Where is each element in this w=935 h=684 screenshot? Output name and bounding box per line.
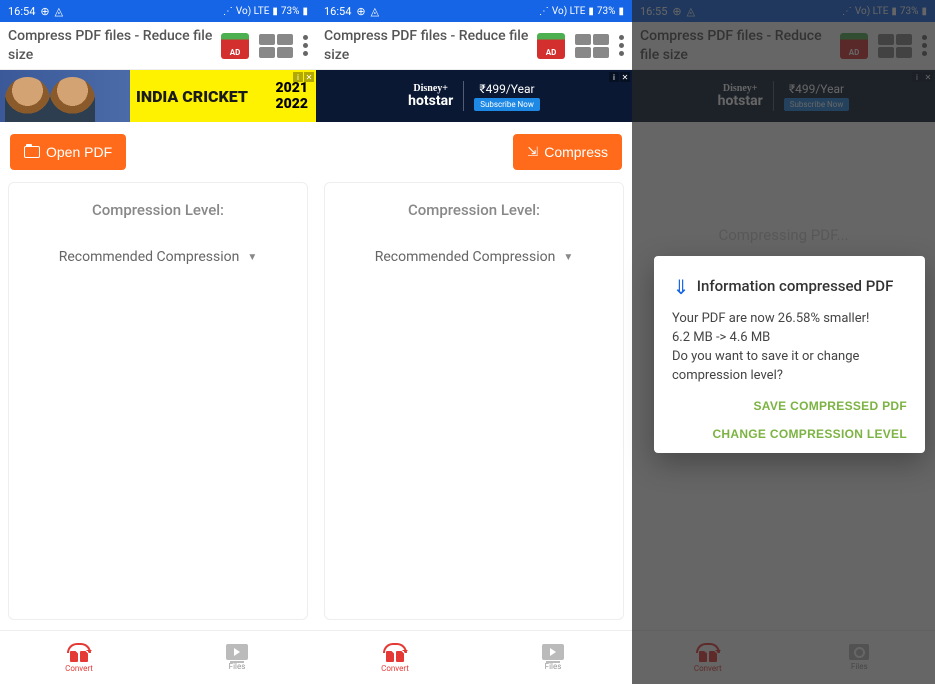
convert-icon <box>383 643 407 662</box>
caret-down-icon: ▼ <box>247 252 257 263</box>
network-label: Vo) LTE <box>236 6 270 17</box>
screen-3-dialog: 16:55 ⊕ ◬ ⋰ Vo) LTE ▮ 73% ▮ Compress PDF… <box>632 0 935 684</box>
convert-icon <box>67 643 91 662</box>
compress-result-icon: ⇙ <box>666 272 695 301</box>
change-level-button[interactable]: CHANGE COMPRESSION LEVEL <box>712 427 907 441</box>
signal-icon: ▮ <box>272 6 278 17</box>
status-time: 16:54 <box>324 5 351 18</box>
notif-icon-2: ◬ <box>55 5 63 18</box>
tab-files[interactable]: Files <box>474 631 632 684</box>
screen-2-compress: 16:54 ⊕ ◬ ⋰ Vo) LTE ▮ 73% ▮ Compress PDF… <box>316 0 632 684</box>
signal-icon: ▮ <box>588 6 594 17</box>
panel-title: Compression Level: <box>337 201 611 219</box>
wifi-icon: ⋰ <box>539 6 549 17</box>
battery-icon: ▮ <box>618 6 624 17</box>
grid-view-icon[interactable] <box>575 34 609 58</box>
menu-dots-icon[interactable] <box>303 35 308 56</box>
bottom-nav: Convert Files <box>0 630 316 684</box>
banner-ad-cricket[interactable]: INDIA CRICKET 20212022 i✕ <box>0 70 316 122</box>
grid-view-icon[interactable] <box>259 34 293 58</box>
subscribe-button[interactable]: Subscribe Now <box>474 98 540 111</box>
wifi-icon: ⋰ <box>223 6 233 17</box>
compression-panel: Compression Level: Recommended Compressi… <box>8 182 308 620</box>
ad-info-close[interactable]: i✕ <box>293 72 314 82</box>
network-label: Vo) LTE <box>552 6 586 17</box>
dialog-title: Information compressed PDF <box>697 277 894 295</box>
battery-label: 73% <box>597 6 616 17</box>
battery-icon: ▮ <box>302 6 308 17</box>
tab-convert[interactable]: Convert <box>316 631 474 684</box>
dialog-body: Your PDF are now 26.58% smaller! 6.2 MB … <box>672 310 907 385</box>
screen-1-open-pdf: 16:54 ⊕ ◬ ⋰ Vo) LTE ▮ 73% ▮ Compress PDF… <box>0 0 316 684</box>
hotstar-logo: Disney+ hotstar <box>408 84 453 108</box>
save-compressed-button[interactable]: SAVE COMPRESSED PDF <box>753 399 907 413</box>
compress-icon: ⇲ <box>527 144 538 160</box>
folder-icon <box>24 146 40 158</box>
ad-badge-icon[interactable] <box>221 33 249 59</box>
notif-icon: ⊕ <box>40 5 49 18</box>
compress-button[interactable]: ⇲ Compress <box>513 134 622 170</box>
compression-select[interactable]: Recommended Compression ▼ <box>337 249 611 265</box>
app-title: Compress PDF files - Reduce file size <box>324 27 537 63</box>
compression-select[interactable]: Recommended Compression ▼ <box>21 249 295 265</box>
open-pdf-button[interactable]: Open PDF <box>10 134 126 170</box>
files-play-icon <box>226 644 248 660</box>
battery-label: 73% <box>281 6 300 17</box>
files-play-icon <box>542 644 564 660</box>
ad-badge-icon[interactable] <box>537 33 565 59</box>
panel-title: Compression Level: <box>21 201 295 219</box>
status-bar: 16:54 ⊕ ◬ ⋰ Vo) LTE ▮ 73% ▮ <box>316 0 632 22</box>
menu-dots-icon[interactable] <box>619 35 624 56</box>
ad-info-close[interactable]: i✕ <box>609 72 630 82</box>
app-bar: Compress PDF files - Reduce file size <box>0 22 316 70</box>
notif-icon-2: ◬ <box>371 5 379 18</box>
caret-down-icon: ▼ <box>563 252 573 263</box>
app-title: Compress PDF files - Reduce file size <box>8 27 221 63</box>
compression-panel: Compression Level: Recommended Compressi… <box>324 182 624 620</box>
app-bar: Compress PDF files - Reduce file size <box>316 22 632 70</box>
banner-ad-hotstar[interactable]: Disney+ hotstar ₹499/Year Subscribe Now … <box>316 70 632 122</box>
result-dialog: ⇙ Information compressed PDF Your PDF ar… <box>654 256 925 453</box>
status-time: 16:54 <box>8 5 35 18</box>
tab-convert[interactable]: Convert <box>0 631 158 684</box>
status-bar: 16:54 ⊕ ◬ ⋰ Vo) LTE ▮ 73% ▮ <box>0 0 316 22</box>
tab-files[interactable]: Files <box>158 631 316 684</box>
bottom-nav: Convert Files <box>316 630 632 684</box>
notif-icon: ⊕ <box>356 5 365 18</box>
